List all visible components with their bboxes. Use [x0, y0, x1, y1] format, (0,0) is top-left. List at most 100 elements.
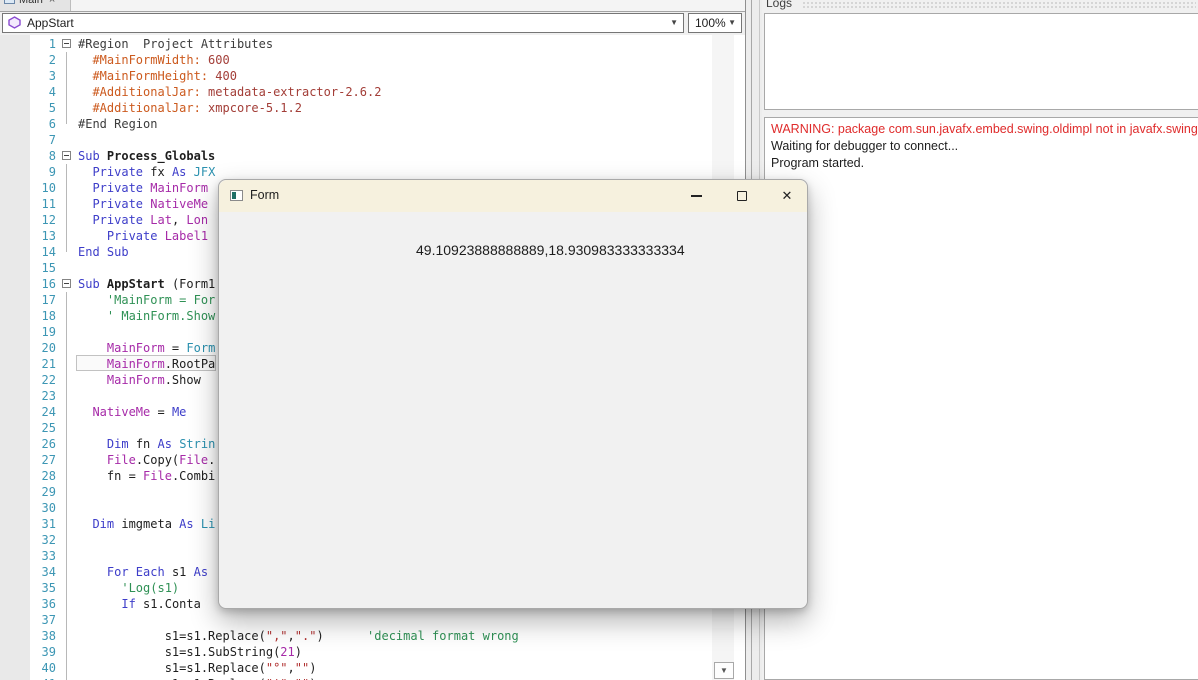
- line-number: 21: [41, 357, 56, 371]
- logs-panel: Logs WARNING: package com.sun.javafx.emb…: [762, 0, 1198, 680]
- code-line[interactable]: s1=s1.Replace("°",""): [78, 660, 519, 676]
- code-token: File: [106, 453, 136, 467]
- line-number: 39: [41, 645, 56, 659]
- code-line[interactable]: Sub Process_Globals: [78, 148, 519, 164]
- code-token: .: [208, 453, 216, 467]
- code-token: Sub: [78, 277, 107, 291]
- line-number: 7: [48, 133, 56, 147]
- code-token: MainForm: [150, 181, 209, 195]
- code-line[interactable]: #End Region: [78, 116, 519, 132]
- code-token: AppStart: [106, 277, 172, 291]
- code-token: As: [157, 437, 180, 451]
- line-number: 32: [41, 533, 56, 547]
- code-token: #AdditionalJar:: [78, 101, 209, 115]
- code-token: =: [164, 341, 187, 355]
- tab-main[interactable]: Main ×: [0, 0, 71, 11]
- line-number: 18: [41, 309, 56, 323]
- code-token: Li: [200, 517, 216, 531]
- code-token: Sub: [78, 149, 107, 163]
- code-line[interactable]: [78, 612, 519, 628]
- minimize-icon: [690, 195, 702, 197]
- scroll-down-arrow-icon[interactable]: ▼: [714, 662, 734, 679]
- code-line[interactable]: [78, 132, 519, 148]
- line-number: 16: [41, 277, 56, 291]
- breakpoint-margin[interactable]: [0, 35, 30, 680]
- code-token: #End Region: [78, 117, 158, 131]
- line-number: 2: [48, 53, 56, 67]
- fold-guide-line: [66, 292, 67, 680]
- fold-collapse-icon[interactable]: [62, 279, 71, 288]
- logs-upper-box[interactable]: [764, 13, 1198, 110]
- dialog-body: 49.10923888888889,18.930983333333334: [219, 212, 807, 608]
- log-message-list: WARNING: package com.sun.javafx.embed.sw…: [765, 118, 1198, 172]
- editor-toolbar: AppStart ▼ 100% ▼: [0, 12, 745, 35]
- code-line[interactable]: #MainFormWidth: 600: [78, 52, 519, 68]
- code-line[interactable]: #AdditionalJar: metadata-extractor-2.6.2: [78, 84, 519, 100]
- line-number: 8: [48, 149, 56, 163]
- logs-panel-title: Logs: [766, 0, 793, 10]
- line-number: 33: [41, 549, 56, 563]
- fold-collapse-icon[interactable]: [62, 39, 71, 48]
- code-token: #Region Project Attributes: [78, 37, 274, 51]
- chevron-down-icon: ▼: [670, 18, 678, 27]
- code-token: File: [143, 469, 172, 483]
- code-token: JFX: [193, 165, 216, 179]
- code-line[interactable]: s1=s1.SubString(21): [78, 644, 519, 660]
- minimize-button[interactable]: [682, 182, 710, 210]
- code-token: 400: [215, 69, 237, 83]
- line-number: 28: [41, 469, 56, 483]
- code-token: .RootPa: [164, 357, 216, 371]
- dialog-titlebar[interactable]: Form ✕: [219, 180, 807, 212]
- code-token: #AdditionalJar:: [78, 85, 209, 99]
- code-token: Me: [171, 405, 187, 419]
- logs-panel-grip[interactable]: [802, 1, 1196, 8]
- code-token: ): [316, 629, 368, 643]
- code-line[interactable]: Private fx As JFX: [78, 164, 519, 180]
- line-number: 37: [41, 613, 56, 627]
- line-number: 41: [30, 676, 56, 680]
- code-token: fn: [135, 437, 158, 451]
- form-dialog-window[interactable]: Form ✕ 49.10923888888889,18.930983333333…: [218, 179, 808, 609]
- close-button[interactable]: ✕: [773, 182, 801, 210]
- chevron-down-icon: ▼: [728, 18, 736, 27]
- code-token: ): [294, 645, 302, 659]
- code-token: metadata-extractor-2.6.2: [208, 85, 382, 99]
- code-token: 600: [208, 53, 230, 67]
- tab-close-icon[interactable]: ×: [49, 0, 55, 6]
- module-selector-value: AppStart: [27, 16, 74, 30]
- code-token: Dim: [92, 517, 122, 531]
- code-token: ,: [287, 629, 295, 643]
- code-line[interactable]: s1=s1.Replace(",",".") 'decimal format w…: [78, 628, 519, 644]
- code-token: Lon: [186, 213, 209, 227]
- code-token: Strin: [179, 437, 216, 451]
- line-number: 19: [41, 325, 56, 339]
- code-token: ".": [294, 629, 317, 643]
- zoom-value: 100%: [695, 16, 726, 30]
- maximize-button[interactable]: [728, 182, 756, 210]
- line-number: 35: [41, 581, 56, 595]
- code-token: Private: [78, 165, 151, 179]
- module-selector-dropdown[interactable]: AppStart ▼: [2, 13, 684, 33]
- line-number: 11: [41, 197, 56, 211]
- code-token: ,: [171, 213, 187, 227]
- code-token: 'MainForm = For: [78, 293, 216, 307]
- code-token: fx: [150, 165, 172, 179]
- line-number: 31: [41, 517, 56, 531]
- code-line[interactable]: s1=s1.Replace("'",""): [78, 676, 519, 680]
- code-token: Private: [78, 229, 165, 243]
- code-line[interactable]: #AdditionalJar: xmpcore-5.1.2: [78, 100, 519, 116]
- zoom-selector-dropdown[interactable]: 100% ▼: [688, 13, 742, 33]
- method-icon: [8, 16, 21, 32]
- fold-collapse-icon[interactable]: [62, 151, 71, 160]
- logs-output-box[interactable]: WARNING: package com.sun.javafx.embed.sw…: [764, 117, 1198, 680]
- line-number: 10: [41, 181, 56, 195]
- code-line[interactable]: #MainFormHeight: 400: [78, 68, 519, 84]
- code-token: Dim: [106, 437, 136, 451]
- log-message: WARNING: package com.sun.javafx.embed.sw…: [771, 122, 1198, 136]
- code-token: MainForm: [106, 341, 165, 355]
- code-line[interactable]: #Region Project Attributes: [78, 36, 519, 52]
- code-token: s1: [171, 565, 194, 579]
